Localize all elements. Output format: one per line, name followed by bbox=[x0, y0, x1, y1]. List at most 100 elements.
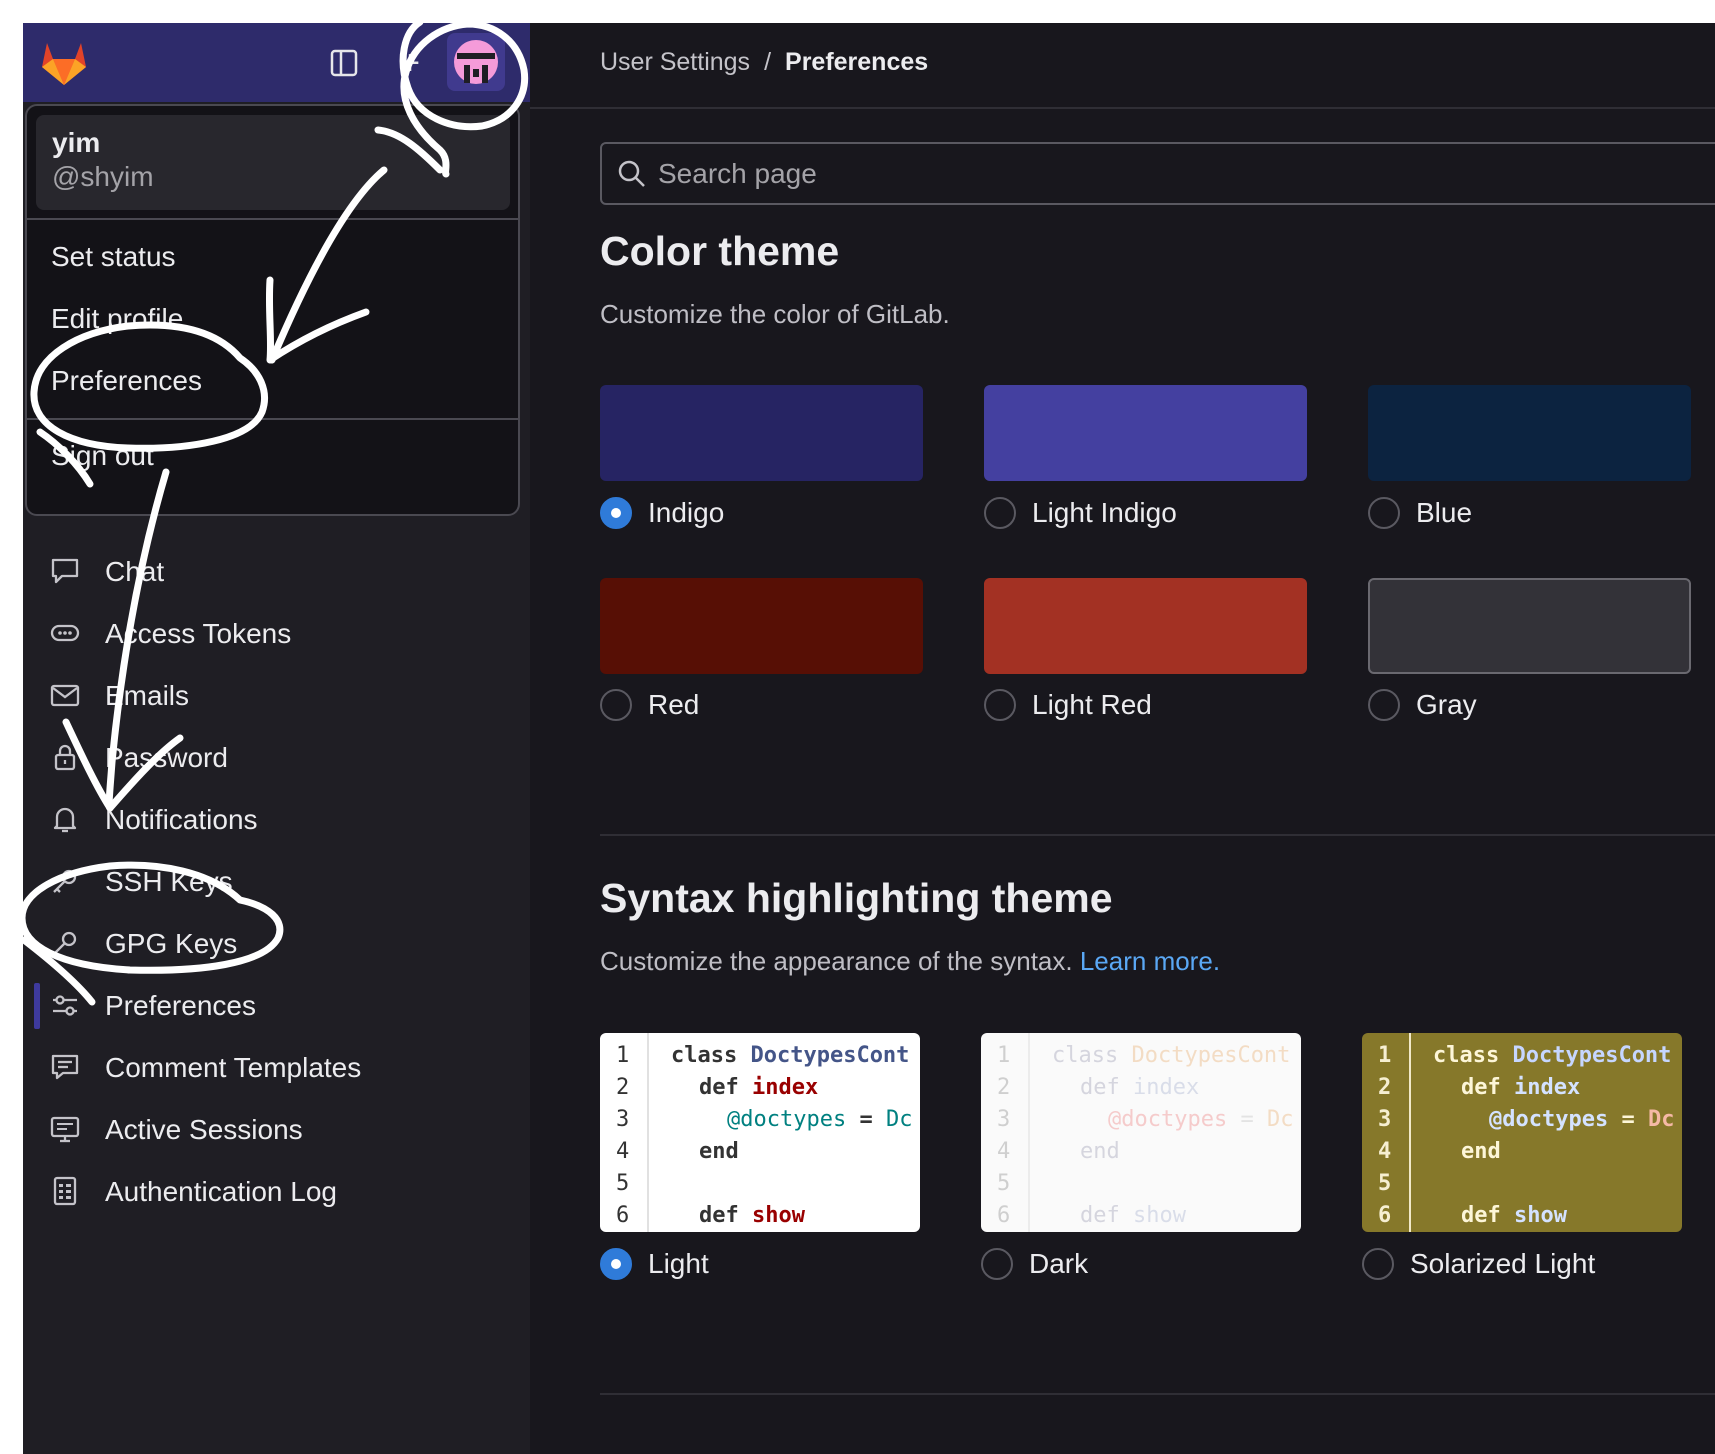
line-number: 1 bbox=[1378, 1043, 1392, 1068]
line-number: 4 bbox=[997, 1139, 1011, 1164]
code-line: class DoctypesCont bbox=[1052, 1043, 1290, 1068]
line-number: 6 bbox=[616, 1203, 630, 1228]
nav-item-ssh-keys[interactable]: SSH Keys bbox=[23, 853, 530, 909]
color-theme-description: Customize the color of GitLab. bbox=[600, 299, 950, 329]
radio-control[interactable] bbox=[600, 689, 632, 721]
breadcrumb-parent[interactable]: User Settings bbox=[600, 48, 750, 76]
avatar[interactable] bbox=[447, 33, 505, 91]
radio-control[interactable] bbox=[981, 1248, 1013, 1280]
radio-indigo[interactable]: Indigo bbox=[600, 497, 724, 529]
radio-control[interactable] bbox=[600, 497, 632, 529]
syntax-preview-solarized-light[interactable]: 1 2 3 4 5 6 class DoctypesCont def index… bbox=[1362, 1033, 1682, 1232]
create-new-icon[interactable]: + bbox=[390, 43, 430, 83]
nav-item-notifications[interactable]: Notifications bbox=[23, 791, 530, 847]
section-divider bbox=[600, 834, 1715, 836]
code-token: class bbox=[671, 1043, 738, 1068]
nav-label: Password bbox=[105, 742, 228, 773]
nav-item-gpg-keys[interactable]: GPG Keys bbox=[23, 915, 530, 971]
nav-item-password[interactable]: Password bbox=[23, 729, 530, 785]
nav-label: SSH Keys bbox=[105, 866, 233, 897]
radio-control[interactable] bbox=[984, 689, 1016, 721]
code-token: DoctypesCont bbox=[1512, 1043, 1672, 1068]
line-number: 6 bbox=[1378, 1203, 1392, 1228]
menu-item-preferences[interactable]: Preferences bbox=[51, 365, 202, 397]
radio-control[interactable] bbox=[600, 1248, 632, 1280]
nav-label: Access Tokens bbox=[105, 618, 292, 649]
radio-label: Solarized Light bbox=[1410, 1248, 1596, 1279]
swatch-indigo[interactable] bbox=[600, 385, 923, 481]
nav-item-active-sessions[interactable]: Active Sessions bbox=[23, 1101, 530, 1157]
gitlab-logo-icon[interactable] bbox=[38, 37, 90, 87]
nav-item-access-tokens[interactable]: Access Tokens bbox=[23, 605, 530, 661]
line-number: 2 bbox=[997, 1075, 1011, 1100]
code-line: def index bbox=[1461, 1075, 1580, 1100]
syntax-preview-dark[interactable]: 1 2 3 4 5 6 class DoctypesCont def index… bbox=[981, 1033, 1301, 1232]
radio-control[interactable] bbox=[1368, 689, 1400, 721]
radio-blue[interactable]: Blue bbox=[1368, 497, 1472, 529]
user-card[interactable]: yim @shyim bbox=[36, 115, 510, 210]
user-name: yim bbox=[52, 127, 101, 158]
lock-icon bbox=[54, 744, 76, 771]
sidebar: + Chat Access Tokens Emails Password Not… bbox=[23, 23, 530, 1454]
swatch-light-red[interactable] bbox=[984, 578, 1307, 674]
nav-item-preferences[interactable]: Preferences bbox=[23, 977, 530, 1033]
nav-label: Active Sessions bbox=[105, 1114, 303, 1145]
sidebar-toggle-icon[interactable] bbox=[326, 45, 362, 81]
divider bbox=[27, 418, 518, 420]
code-token: def bbox=[699, 1075, 739, 1100]
preferences-icon bbox=[53, 995, 77, 1016]
code-line: end bbox=[1461, 1139, 1501, 1164]
code-line: end bbox=[1080, 1139, 1120, 1164]
radio-label: Light Indigo bbox=[1032, 497, 1177, 528]
menu-item-sign-out[interactable]: Sign out bbox=[51, 440, 154, 472]
radio-control[interactable] bbox=[984, 497, 1016, 529]
code-token: Dc bbox=[885, 1107, 913, 1132]
radio-red[interactable]: Red bbox=[600, 689, 699, 721]
line-number: 5 bbox=[616, 1171, 630, 1196]
nav-label: Comment Templates bbox=[105, 1052, 362, 1083]
menu-item-set-status[interactable]: Set status bbox=[51, 241, 176, 273]
code-line: def show bbox=[1461, 1203, 1567, 1228]
token-icon bbox=[50, 624, 80, 642]
code-line: @doctypes = Dc bbox=[727, 1107, 912, 1132]
code-token: show bbox=[1514, 1203, 1567, 1228]
radio-syntax-dark[interactable]: Dark bbox=[981, 1248, 1088, 1280]
search-input[interactable]: Search page bbox=[600, 142, 1715, 205]
radio-light-indigo[interactable]: Light Indigo bbox=[984, 497, 1177, 529]
swatch-light-indigo[interactable] bbox=[984, 385, 1307, 481]
swatch-blue[interactable] bbox=[1368, 385, 1691, 481]
radio-gray[interactable]: Gray bbox=[1368, 689, 1477, 721]
code-token: @doctypes bbox=[727, 1107, 847, 1132]
code-token: def bbox=[1461, 1075, 1501, 1100]
nav-label: Preferences bbox=[105, 990, 256, 1021]
radio-syntax-light[interactable]: Light bbox=[600, 1248, 709, 1280]
code-line: def show bbox=[699, 1203, 805, 1228]
color-theme-title: Color theme bbox=[600, 228, 840, 274]
code-line: class DoctypesCont bbox=[671, 1043, 909, 1068]
learn-more-link[interactable]: Learn more bbox=[1080, 946, 1213, 976]
radio-control[interactable] bbox=[1368, 497, 1400, 529]
line-number: 5 bbox=[1378, 1171, 1392, 1196]
nav-item-comment-templates[interactable]: Comment Templates bbox=[23, 1039, 530, 1095]
radio-control[interactable] bbox=[1362, 1248, 1394, 1280]
user-handle: @shyim bbox=[52, 161, 154, 192]
code-line: class DoctypesCont bbox=[1433, 1043, 1671, 1068]
line-number: 2 bbox=[1378, 1075, 1392, 1100]
nav-item-chat[interactable]: Chat bbox=[23, 543, 530, 599]
radio-label: Gray bbox=[1416, 689, 1477, 720]
swatch-gray[interactable] bbox=[1368, 578, 1691, 674]
monitor-icon bbox=[50, 1116, 80, 1143]
radio-light-red[interactable]: Light Red bbox=[984, 689, 1152, 721]
code-token: end bbox=[1080, 1139, 1120, 1164]
syntax-preview-light[interactable]: 1 2 3 4 5 6 class DoctypesCont def index… bbox=[600, 1033, 920, 1232]
code-token: = bbox=[1621, 1107, 1635, 1132]
swatch-red[interactable] bbox=[600, 578, 923, 674]
nav-item-authentication-log[interactable]: Authentication Log bbox=[23, 1163, 530, 1219]
nav-item-emails[interactable]: Emails bbox=[23, 667, 530, 723]
menu-item-edit-profile[interactable]: Edit profile bbox=[51, 303, 183, 335]
radio-syntax-solarized-light[interactable]: Solarized Light bbox=[1362, 1248, 1595, 1280]
line-number: 4 bbox=[616, 1139, 630, 1164]
breadcrumb-separator: / bbox=[764, 48, 772, 76]
key-icon bbox=[53, 869, 77, 893]
code-token: end bbox=[1461, 1139, 1501, 1164]
